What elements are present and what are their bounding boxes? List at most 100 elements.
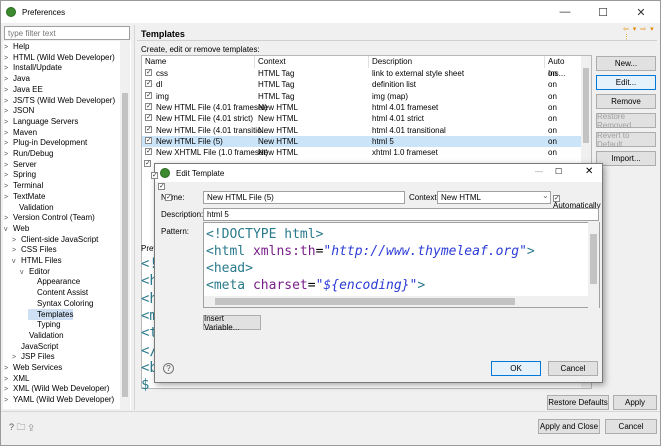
row-checkbox[interactable]: ✓ [145,80,152,88]
row-checkbox[interactable]: ✓ [144,160,151,168]
tree-item[interactable]: Validation [20,330,64,341]
tree-item[interactable]: > Terminal [4,180,43,191]
cell-description: link to external style sheet [372,69,465,78]
tree-item-label: XML [13,373,30,383]
tree-item[interactable]: > YAML (Wild Web Developer) [4,394,114,405]
table-row[interactable]: ✓ img HTML Tag img (map) on [142,91,582,102]
tree-item-label: Client-side JavaScript [21,234,99,244]
tree-item[interactable]: v Web [4,223,29,234]
tree-item[interactable]: > Language Servers [4,116,78,127]
table-scroll-thumb[interactable] [583,68,589,143]
maximize-button[interactable]: ☐ [584,1,622,23]
tree-item[interactable]: > Java [4,73,30,84]
tree-item[interactable]: Validation [10,202,54,213]
tree-item[interactable]: > HTML (Wild Web Developer) [4,52,115,63]
row-checkbox[interactable]: ✓ [145,148,152,156]
name-field[interactable]: New HTML File (5) [203,191,405,204]
dialog-maximize-button[interactable]: ☐ [555,167,562,176]
table-row[interactable]: ✓ New HTML File (4.01 frameset) New HTML ht… [142,102,582,113]
tree-item-label: JS/TS (Wild Web Developer) [13,95,116,105]
tree-item[interactable]: v HTML Files [12,255,62,266]
table-row[interactable]: ✓ New HTML File (5) New HTML html 5 on [142,135,582,147]
dialog-close-button[interactable]: ✕ [585,166,593,177]
tree-item[interactable]: > Version Control (Team) [4,212,95,223]
tree-item[interactable]: Syntax Coloring [28,298,93,309]
new-button[interactable]: New... [596,56,656,71]
pattern-hscroll-thumb[interactable] [215,298,515,305]
restore-defaults-button[interactable]: Restore Defaults [547,395,609,410]
table-row[interactable]: ✓ New HTML File (4.01 transitio... New HTM… [142,125,582,136]
nav-arrows-icon[interactable]: ⇦ ▾ ⇨ ▾ ⋮ [623,25,660,41]
import-button[interactable]: Import... [596,151,656,166]
table-row[interactable]: ✓ dl HTML Tag definition list on [142,79,582,90]
edit-button[interactable]: Edit... [596,75,656,90]
row-checkbox[interactable]: ✓ [158,183,165,190]
tree-item[interactable]: v Editor [20,266,50,277]
restore-removed-button[interactable]: Restore Removed [596,112,656,130]
code-line-2: <html xmlns:th="http://www.thymeleaf.org… [206,244,535,259]
row-checkbox[interactable]: ✓ [145,91,152,99]
tree-item[interactable]: > JSON [4,105,34,116]
tree-item[interactable]: > Plug-in Development [4,137,87,148]
filter-input[interactable] [4,26,130,40]
row-checkbox[interactable]: ✓ [165,194,172,202]
tree-item[interactable]: > Java EE [4,84,43,95]
tree-item[interactable]: > XML [4,373,29,384]
insert-variable-button[interactable]: Insert Variable... [203,314,261,332]
row-checkbox[interactable]: ✓ [151,171,158,179]
chevron-right-icon[interactable]: > [4,395,13,406]
tree-item[interactable]: Content Assist [28,287,88,298]
row-checkbox[interactable]: ✓ [145,114,152,122]
description-field[interactable]: html 5 [203,208,599,221]
tree-item[interactable]: > JS/TS (Wild Web Developer) [4,95,115,106]
tree-item[interactable]: Templates [28,308,74,320]
tree-item[interactable]: > TextMate [4,191,45,202]
col-header-description[interactable]: Description [369,56,545,68]
dialog-minimize-button[interactable]: — [535,167,543,176]
apply-and-close-button[interactable]: Apply and Close [538,419,600,434]
cell-context: HTML Tag [258,91,295,101]
tree-item[interactable]: > XML (Wild Web Developer) [4,383,109,394]
apply-button[interactable]: Apply [613,395,657,410]
dialog-cancel-button[interactable]: Cancel [548,361,598,376]
tree-item[interactable]: > JSP Files [12,351,55,362]
import-prefs-icon[interactable]: 🗀 [17,422,26,432]
remove-button[interactable]: Remove [596,94,656,109]
table-row[interactable]: ✓ New XHTML File (1.0 frameset) New HTML xh… [142,147,582,158]
ok-button[interactable]: OK [491,361,541,376]
minimize-button[interactable]: — [546,1,584,23]
col-header-context[interactable]: Context [255,56,369,68]
revert-to-default-button[interactable]: Revert to Default [596,131,656,149]
tree-item[interactable]: > Web Services [4,362,62,373]
tree-item[interactable]: > Maven [4,127,37,138]
tree-item[interactable]: > Spring [4,169,36,180]
row-checkbox[interactable]: ✓ [145,136,152,144]
tree-scroll-thumb[interactable] [122,93,128,397]
table-row[interactable]: ✓ css HTML Tag link to external style sheet… [142,68,582,79]
context-select[interactable]: New HTML ⌄ [437,191,551,204]
eclipse-icon [160,168,170,178]
tree-item[interactable]: > Run/Debug [4,148,53,159]
tree-item[interactable]: JavaScript [12,341,58,352]
tree-item[interactable]: > Help [4,41,29,52]
tree-item[interactable]: > Server [4,159,37,170]
tree-item[interactable]: Typing [28,319,61,330]
help-icon[interactable]: ? [9,422,14,432]
row-checkbox[interactable]: ✓ [145,69,152,76]
tree-item[interactable]: > Client-side JavaScript [12,234,98,245]
tree-item[interactable]: Appearance [28,276,80,287]
pattern-vscroll-thumb[interactable] [590,234,597,284]
tree-item[interactable]: > CSS Files [12,244,57,255]
close-button[interactable]: ✕ [622,1,660,23]
table-row[interactable]: ✓ New HTML File (4.01 strict) New HTML html… [142,113,582,124]
export-prefs-icon[interactable]: ⇪ [28,422,34,432]
row-checkbox[interactable]: ✓ [145,102,152,110]
tree-item[interactable]: > Install/Update [4,62,62,73]
col-header-auto[interactable]: Auto Ins... [545,56,582,78]
dialog-help-icon[interactable]: ? [163,363,174,374]
sash-divider[interactable] [134,25,135,410]
row-checkbox[interactable]: ✓ [145,125,152,133]
cancel-button[interactable]: Cancel [605,419,657,434]
cell-name: New HTML File (4.01 strict) [156,114,254,124]
col-header-name[interactable]: Name [142,56,255,68]
